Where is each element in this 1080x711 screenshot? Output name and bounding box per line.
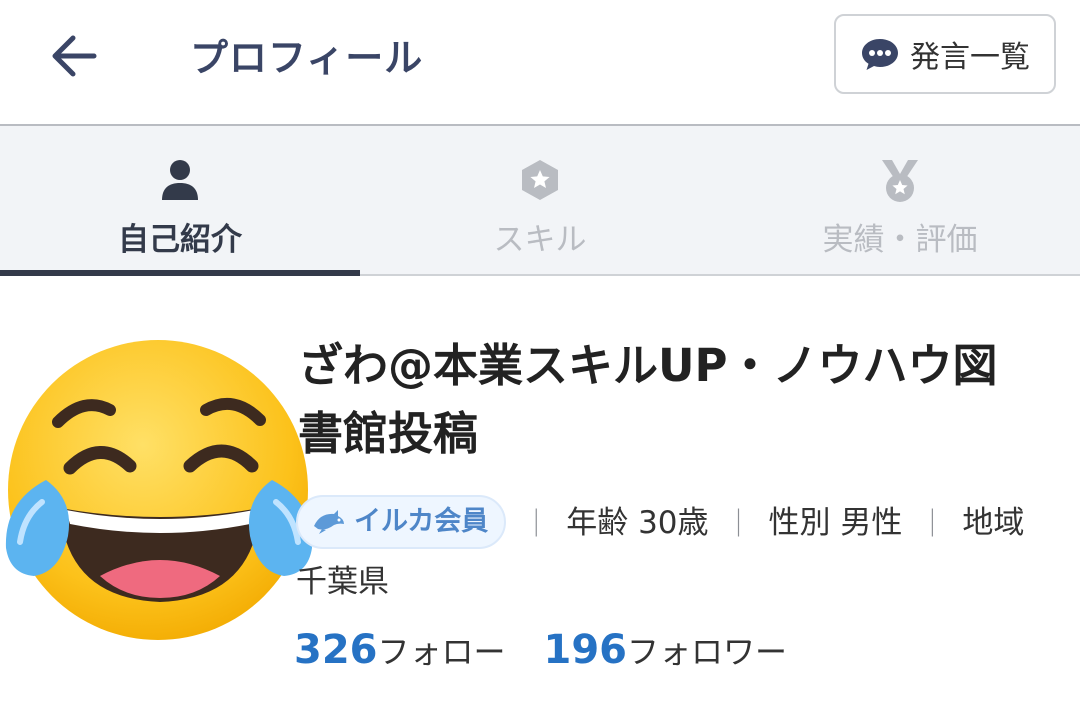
back-button[interactable] bbox=[44, 26, 104, 86]
tab-label: スキル bbox=[493, 222, 587, 258]
profile-name: ざわ@本業スキルUP・ノウハウ図書館投稿 bbox=[298, 339, 998, 460]
member-badge[interactable]: イルカ会員 bbox=[296, 494, 507, 549]
profile-tabs: 自己紹介 スキル 実績・評価 bbox=[0, 126, 1080, 276]
separator: ｜ bbox=[918, 507, 947, 540]
region-label: 地域 bbox=[962, 505, 1025, 541]
page-title: プロフィール bbox=[190, 36, 424, 80]
followers-label: フォロワー bbox=[627, 633, 788, 671]
posts-list-label: 発言一覧 bbox=[910, 40, 1030, 75]
separator: ｜ bbox=[724, 507, 753, 540]
age-label: 年齢 bbox=[566, 505, 629, 541]
followers-link[interactable]: 196フォロワー bbox=[544, 627, 788, 673]
tab-label: 自己紹介 bbox=[118, 222, 242, 258]
arrow-left-icon bbox=[52, 35, 97, 77]
person-icon bbox=[162, 160, 198, 200]
avatar bbox=[0, 330, 320, 650]
age-value: 30歳 bbox=[638, 505, 709, 541]
separator: ｜ bbox=[522, 507, 551, 540]
tab-skills[interactable]: スキル bbox=[360, 126, 720, 274]
tab-self-introduction[interactable]: 自己紹介 bbox=[0, 126, 360, 276]
medal-icon bbox=[882, 160, 918, 202]
tab-achievements[interactable]: 実績・評価 bbox=[720, 126, 1080, 274]
gender-value: 男性 bbox=[840, 505, 903, 541]
speech-bubble-icon bbox=[862, 39, 898, 70]
laughing-tears-emoji-icon bbox=[5, 340, 313, 640]
region-value: 千葉県 bbox=[296, 564, 389, 600]
follow-stats: 326フォロー 196フォロワー bbox=[294, 622, 787, 686]
member-badge-label: イルカ会員 bbox=[354, 505, 489, 537]
following-count: 326 bbox=[294, 627, 378, 673]
gender-label: 性別 bbox=[768, 505, 831, 541]
posts-list-button[interactable]: 発言一覧 bbox=[834, 14, 1056, 94]
followers-count: 196 bbox=[543, 627, 628, 673]
tab-label: 実績・評価 bbox=[822, 222, 978, 258]
profile-meta: イルカ会員 ｜ 年齢 30歳 ｜ 性別 男性 ｜ 地域千葉県 bbox=[296, 494, 1036, 611]
active-tab-indicator bbox=[0, 270, 360, 276]
dolphin-icon bbox=[314, 509, 344, 534]
following-label: フォロー bbox=[377, 633, 506, 671]
hexagon-star-icon bbox=[522, 160, 558, 200]
following-link[interactable]: 326フォロー bbox=[294, 627, 506, 673]
app-header: プロフィール 発言一覧 bbox=[0, 0, 1080, 126]
